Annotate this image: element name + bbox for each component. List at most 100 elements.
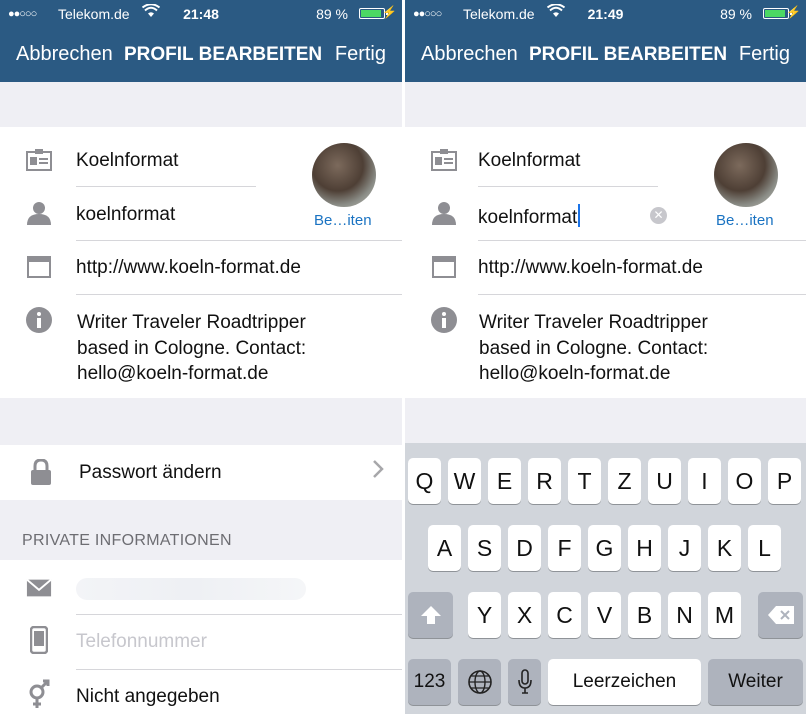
divider bbox=[76, 294, 402, 295]
browser-icon bbox=[431, 255, 457, 279]
divider bbox=[478, 186, 658, 187]
return-key[interactable]: Weiter bbox=[708, 659, 803, 705]
browser-icon bbox=[26, 255, 52, 279]
edit-photo-link[interactable]: Be…iten bbox=[716, 212, 774, 229]
key-x[interactable]: X bbox=[508, 592, 541, 638]
left-screen: ●●○○○ Telekom.de 21:48 89 % ⚡ Abbrechen … bbox=[0, 0, 402, 714]
section-gap bbox=[0, 398, 402, 445]
keyboard: Q W E R T Z U I O P A S D F G H J K L Y … bbox=[405, 443, 806, 714]
key-h[interactable]: H bbox=[628, 525, 661, 571]
key-q[interactable]: Q bbox=[408, 458, 441, 504]
globe-icon bbox=[467, 670, 492, 694]
key-l[interactable]: L bbox=[748, 525, 781, 571]
charging-icon: ⚡ bbox=[382, 5, 397, 19]
delete-key[interactable] bbox=[758, 592, 803, 638]
shift-key[interactable] bbox=[408, 592, 453, 638]
username-value: koelnformat bbox=[478, 207, 578, 228]
nav-bar: Abbrechen PROFIL BEARBEITEN Fertig bbox=[0, 28, 402, 82]
key-z[interactable]: Z bbox=[608, 458, 641, 504]
avatar[interactable] bbox=[312, 143, 376, 207]
nav-bar: Abbrechen PROFIL BEARBEITEN Fertig bbox=[405, 28, 806, 82]
id-card-icon bbox=[431, 148, 457, 172]
username-field[interactable]: koelnformat bbox=[76, 204, 175, 226]
key-e[interactable]: E bbox=[488, 458, 521, 504]
section-header-private: PRIVATE INFORMATIONEN bbox=[22, 532, 232, 549]
name-field[interactable]: Koelnformat bbox=[478, 150, 580, 172]
chevron-right-icon bbox=[372, 459, 384, 485]
divider bbox=[76, 240, 402, 241]
divider bbox=[76, 186, 256, 187]
username-field[interactable]: koelnformat bbox=[478, 204, 581, 229]
microphone-key[interactable] bbox=[508, 659, 541, 705]
microphone-icon bbox=[517, 669, 532, 694]
gender-icon bbox=[26, 679, 52, 708]
numbers-key[interactable]: 123 bbox=[408, 659, 451, 705]
key-k[interactable]: K bbox=[708, 525, 741, 571]
bio-line: hello@koeln-format.de bbox=[479, 363, 671, 384]
done-button[interactable]: Fertig bbox=[335, 43, 386, 66]
mail-icon bbox=[26, 576, 52, 600]
lock-icon bbox=[28, 459, 54, 485]
bio-line: based in Cologne. Contact: bbox=[77, 337, 307, 359]
key-i[interactable]: I bbox=[688, 458, 721, 504]
key-n[interactable]: N bbox=[668, 592, 701, 638]
cancel-button[interactable]: Abbrechen bbox=[16, 43, 113, 66]
person-icon bbox=[431, 201, 457, 225]
page-title: PROFIL BEARBEITEN bbox=[124, 44, 323, 65]
globe-key[interactable] bbox=[458, 659, 501, 705]
email-field[interactable] bbox=[76, 578, 306, 600]
bio-field[interactable]: Writer Traveler Roadtripper based in Col… bbox=[479, 310, 708, 387]
key-f[interactable]: F bbox=[548, 525, 581, 571]
bio-field[interactable]: Writer Traveler Roadtripper based in Col… bbox=[77, 310, 306, 387]
edit-photo-link[interactable]: Be…iten bbox=[314, 212, 372, 229]
divider bbox=[76, 614, 402, 615]
bio-line: Writer Traveler Roadtripper bbox=[77, 312, 306, 333]
key-v[interactable]: V bbox=[588, 592, 621, 638]
key-w[interactable]: W bbox=[448, 458, 481, 504]
clear-icon[interactable]: ✕ bbox=[650, 207, 667, 224]
shift-icon bbox=[420, 606, 441, 624]
section-gap bbox=[0, 82, 402, 127]
key-p[interactable]: P bbox=[768, 458, 801, 504]
charging-icon: ⚡ bbox=[786, 5, 801, 19]
key-b[interactable]: B bbox=[628, 592, 661, 638]
key-s[interactable]: S bbox=[468, 525, 501, 571]
key-c[interactable]: C bbox=[548, 592, 581, 638]
info-icon bbox=[431, 307, 457, 333]
key-g[interactable]: G bbox=[588, 525, 621, 571]
key-u[interactable]: U bbox=[648, 458, 681, 504]
bio-line: Writer Traveler Roadtripper bbox=[479, 312, 708, 333]
person-icon bbox=[26, 201, 52, 225]
change-password-label: Passwort ändern bbox=[79, 462, 222, 483]
name-field[interactable]: Koelnformat bbox=[76, 150, 178, 172]
website-field[interactable]: http://www.koeln-format.de bbox=[478, 257, 703, 279]
key-o[interactable]: O bbox=[728, 458, 761, 504]
bio-line: based in Cologne. Contact: bbox=[479, 337, 709, 359]
key-d[interactable]: D bbox=[508, 525, 541, 571]
key-m[interactable]: M bbox=[708, 592, 741, 638]
space-key[interactable]: Leerzeichen bbox=[548, 659, 701, 705]
divider bbox=[478, 294, 806, 295]
divider bbox=[76, 669, 402, 670]
key-a[interactable]: A bbox=[428, 525, 461, 571]
text-cursor bbox=[578, 204, 581, 227]
website-field[interactable]: http://www.koeln-format.de bbox=[76, 257, 301, 279]
bio-line: hello@koeln-format.de bbox=[77, 363, 269, 384]
divider bbox=[478, 240, 806, 241]
key-j[interactable]: J bbox=[668, 525, 701, 571]
id-card-icon bbox=[26, 148, 52, 172]
done-button[interactable]: Fertig bbox=[739, 43, 790, 66]
key-t[interactable]: T bbox=[568, 458, 601, 504]
key-r[interactable]: R bbox=[528, 458, 561, 504]
key-y[interactable]: Y bbox=[468, 592, 501, 638]
delete-icon bbox=[767, 606, 794, 624]
cancel-button[interactable]: Abbrechen bbox=[421, 43, 518, 66]
status-bar: ●●○○○ Telekom.de 21:49 89 % ⚡ bbox=[405, 0, 806, 28]
status-bar: ●●○○○ Telekom.de 21:48 89 % ⚡ bbox=[0, 0, 402, 28]
phone-field[interactable]: Telefonnummer bbox=[76, 631, 207, 653]
section-gap bbox=[405, 82, 806, 127]
info-icon bbox=[26, 307, 52, 333]
avatar[interactable] bbox=[714, 143, 778, 207]
page-title: PROFIL BEARBEITEN bbox=[529, 44, 728, 65]
gender-field[interactable]: Nicht angegeben bbox=[76, 686, 220, 708]
